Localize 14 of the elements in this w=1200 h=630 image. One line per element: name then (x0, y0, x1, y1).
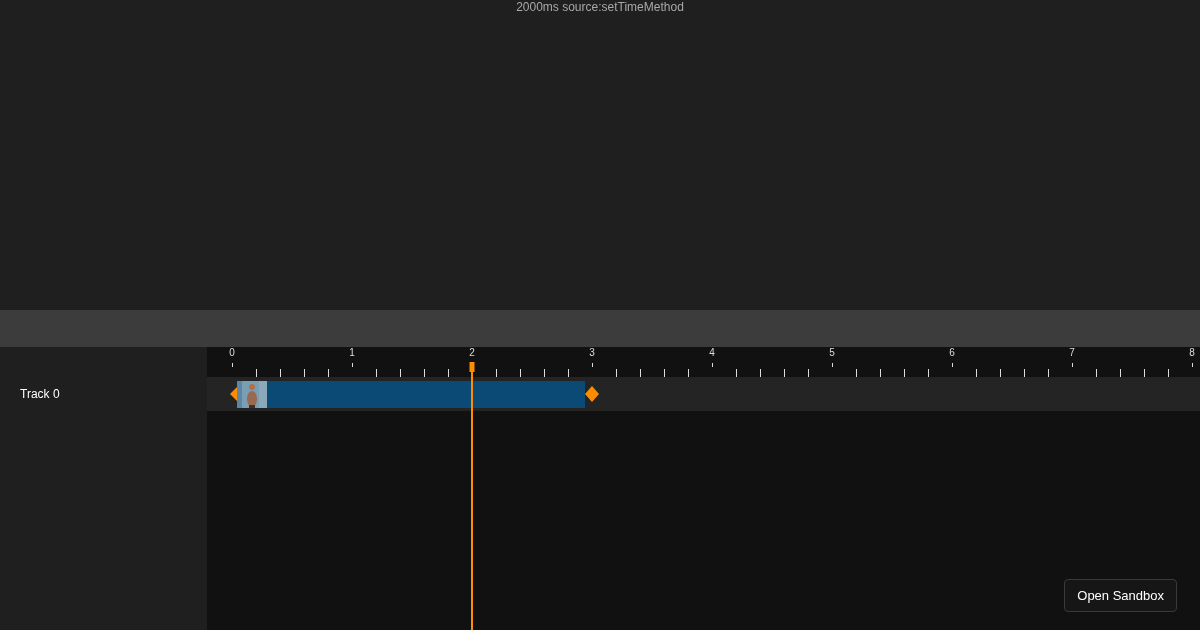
clip[interactable] (267, 381, 585, 408)
ruler-label: 2 (469, 347, 475, 359)
ruler-label: 4 (709, 347, 715, 359)
playhead-handle[interactable] (469, 362, 475, 372)
ruler-label: 6 (949, 347, 955, 359)
open-sandbox-button[interactable]: Open Sandbox (1064, 579, 1177, 612)
ruler-label: 0 (229, 347, 235, 359)
ruler-label: 3 (589, 347, 595, 359)
ruler-label: 1 (349, 347, 355, 359)
ruler-label: 5 (829, 347, 835, 359)
preview-caption: 2000ms source:setTimeMethod (516, 0, 684, 16)
ruler-label: 8 (1189, 347, 1195, 359)
track-label: Track 0 (20, 386, 60, 403)
ruler-label: 7 (1069, 347, 1075, 359)
